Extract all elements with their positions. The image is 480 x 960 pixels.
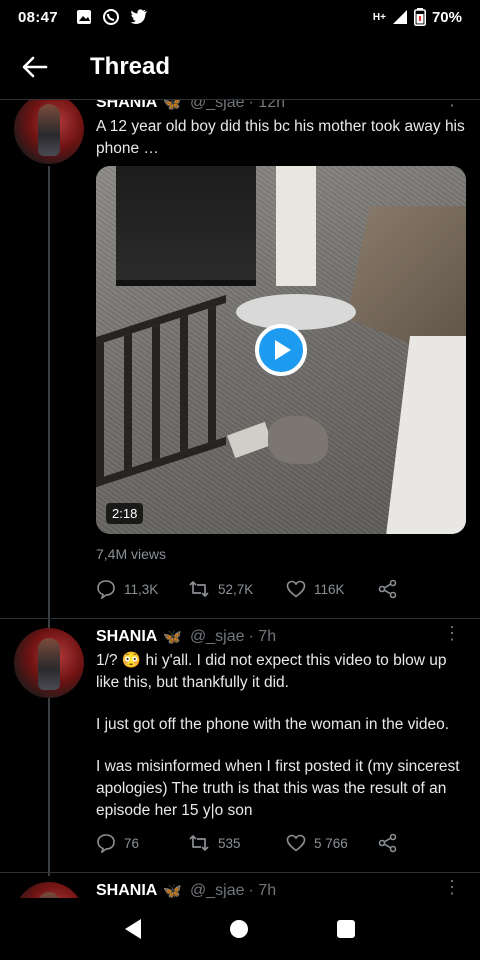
share-button[interactable]	[378, 833, 406, 853]
tweet-time: · 7h	[248, 628, 277, 645]
top-app-bar: Thread	[0, 34, 480, 100]
thread-feed[interactable]: SHANIA 🦋 @_sjae · 12h ⋮ A 12 year old bo…	[0, 100, 480, 898]
like-count: 5 766	[314, 835, 348, 851]
author-line: SHANIA 🦋 @_sjae · 12h	[96, 100, 466, 112]
whatsapp-icon	[102, 9, 119, 25]
video-scene-plate	[236, 294, 356, 330]
signal-icon	[392, 10, 407, 24]
status-bar: 08:47 H+ 70%	[0, 0, 480, 34]
avatar[interactable]	[14, 882, 84, 898]
tweet-actions: 76 535 5 766	[96, 833, 426, 853]
share-icon	[378, 833, 397, 853]
page-title: Thread	[90, 52, 171, 80]
video-player[interactable]: 2:18	[96, 166, 466, 534]
reply-count: 76	[124, 835, 140, 851]
tweet-divider	[0, 872, 480, 873]
status-right: H+ 70%	[373, 8, 462, 26]
author-handle[interactable]: @_sjae	[190, 100, 245, 112]
author-name[interactable]: SHANIA	[96, 882, 157, 898]
like-button[interactable]: 5 766	[286, 834, 378, 852]
battery-level: 70%	[431, 8, 462, 26]
reply-count: 11,3K	[124, 581, 159, 597]
notification-icons	[76, 8, 148, 26]
heart-icon	[286, 834, 306, 852]
avatar[interactable]	[14, 100, 84, 164]
more-options-icon[interactable]: ⋮	[443, 624, 461, 642]
status-time: 08:47	[18, 8, 58, 26]
retweet-count: 535	[218, 835, 241, 851]
reply-icon	[97, 580, 115, 599]
nav-home-icon[interactable]	[229, 920, 248, 938]
reply-icon	[97, 834, 115, 853]
play-icon	[275, 340, 291, 360]
butterfly-emoji-icon: 🦋	[163, 100, 183, 112]
like-button[interactable]: 116K	[286, 580, 378, 598]
more-options-icon[interactable]: ⋮	[443, 878, 461, 896]
view-count: 7,4M views	[96, 546, 167, 562]
heart-icon	[286, 580, 306, 598]
author-handle[interactable]: @_sjae	[190, 882, 245, 898]
tweet-header: SHANIA 🦋 @_sjae · 12h ⋮ A 12 year old bo…	[96, 100, 466, 160]
tweet-actions: 11,3K 52,7K 116K	[96, 579, 426, 599]
network-type: H+	[372, 11, 386, 23]
tweet-time: · 7h	[248, 882, 277, 898]
thread-connector	[48, 696, 50, 876]
tweet-paragraph: 1/? 😳 hi y'all. I did not expect this vi…	[96, 652, 447, 691]
video-duration: 2:18	[106, 503, 144, 524]
tweet-text: 1/? 😳 hi y'all. I did not expect this vi…	[96, 650, 466, 822]
share-button[interactable]	[378, 579, 406, 599]
author-name[interactable]: SHANIA	[96, 628, 157, 646]
butterfly-emoji-icon: 🦋	[163, 629, 183, 646]
butterfly-emoji-icon: 🦋	[163, 883, 183, 898]
gallery-icon	[76, 10, 91, 24]
retweet-icon	[189, 835, 209, 851]
video-scene-rock	[268, 416, 328, 464]
nav-recents-icon[interactable]	[337, 920, 356, 938]
play-button[interactable]	[255, 324, 307, 376]
arrow-left-icon	[22, 56, 48, 77]
retweet-count: 52,7K	[218, 581, 254, 597]
share-icon	[378, 579, 397, 599]
tweet-paragraph: I just got off the phone with the woman …	[96, 716, 449, 733]
retweet-icon	[189, 581, 209, 597]
more-options-icon[interactable]: ⋮	[443, 100, 461, 108]
author-name[interactable]: SHANIA	[96, 100, 157, 112]
back-button[interactable]	[18, 50, 52, 84]
twitter-icon	[130, 9, 147, 24]
tweet-text: A 12 year old boy did this bc his mother…	[96, 118, 465, 157]
thread-connector	[48, 166, 50, 630]
author-line: SHANIA 🦋 @_sjae · 7h	[96, 882, 466, 898]
tweet-paragraph: I was misinformed when I first posted it…	[96, 758, 460, 819]
author-line: SHANIA 🦋 @_sjae · 7h	[96, 628, 466, 646]
nav-back-icon[interactable]	[124, 919, 141, 939]
tweet-time: · 12h	[248, 100, 285, 111]
like-count: 116K	[314, 581, 345, 597]
video-scene-doorframe	[276, 166, 316, 286]
video-scene-cabinet	[116, 166, 256, 286]
reply-button[interactable]: 76	[96, 833, 188, 853]
tweet-divider	[0, 618, 480, 619]
tweet-body: SHANIA 🦋 @_sjae · 7h ⋮ 1/? 😳 hi y'all. I…	[96, 624, 466, 822]
battery-icon	[413, 8, 426, 26]
avatar[interactable]	[14, 628, 84, 698]
retweet-button[interactable]: 52,7K	[188, 580, 286, 598]
retweet-button[interactable]: 535	[188, 834, 286, 852]
tweet-header: SHANIA 🦋 @_sjae · 7h ⋮	[96, 878, 466, 898]
reply-button[interactable]: 11,3K	[96, 579, 188, 599]
system-navigation-bar	[0, 898, 480, 960]
author-handle[interactable]: @_sjae	[190, 628, 245, 646]
